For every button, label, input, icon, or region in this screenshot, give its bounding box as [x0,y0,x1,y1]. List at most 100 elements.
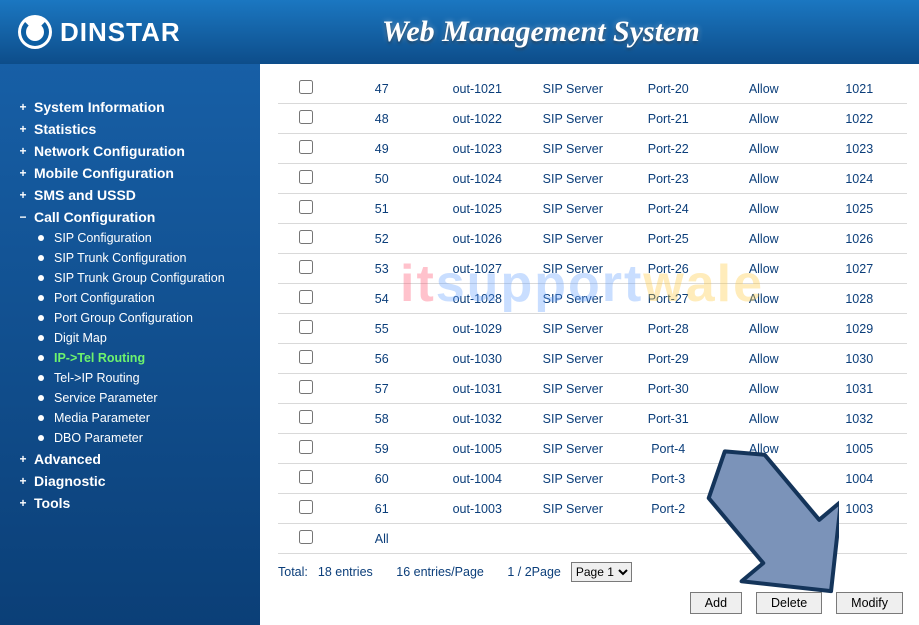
cell-source[interactable]: SIP Server [525,134,621,164]
cell-index-link[interactable]: 61 [375,502,389,516]
sidebar-item[interactable]: −Call Configuration [18,206,250,228]
row-checkbox[interactable] [299,350,313,364]
cell-index-link[interactable]: 58 [375,412,389,426]
cell-destination-link[interactable]: Port-3 [651,472,685,486]
cell-operation[interactable]: Allow [716,434,812,464]
cell-index[interactable]: 52 [334,224,430,254]
cell-source-link[interactable]: SIP Server [543,472,603,486]
cell-index[interactable]: 54 [334,284,430,314]
cell-index-link[interactable]: 56 [375,352,389,366]
cell-description-link[interactable]: out-1004 [453,472,502,486]
row-checkbox[interactable] [299,470,313,484]
cell-index-link[interactable]: 54 [375,292,389,306]
cell-index[interactable]: 59 [334,434,430,464]
cell-destination[interactable]: Port-31 [621,404,717,434]
page-select[interactable]: Page 1 [571,562,632,582]
cell-description-link[interactable]: out-1023 [453,142,502,156]
cell-destination-link[interactable]: Port-25 [648,232,689,246]
sidebar-item[interactable]: +System Information [18,96,250,118]
cell-source-link[interactable]: SIP Server [543,82,603,96]
cell-destination[interactable]: Port-25 [621,224,717,254]
cell-source[interactable]: SIP Server [525,374,621,404]
cell-index[interactable]: 49 [334,134,430,164]
cell-operation-link[interactable]: Allow [749,202,779,216]
cell-index[interactable]: 60 [334,464,430,494]
cell-operation-link[interactable]: Allow [749,442,779,456]
cell-description-link[interactable]: out-1030 [453,352,502,366]
cell-description[interactable]: out-1032 [430,404,526,434]
cell-operation[interactable]: Allow [716,164,812,194]
cell-operation[interactable]: Allow [716,314,812,344]
cell-operation-link[interactable]: Allow [749,412,779,426]
cell-description-link[interactable]: out-1025 [453,202,502,216]
cell-source-link[interactable]: SIP Server [543,112,603,126]
cell-description-link[interactable]: out-1031 [453,382,502,396]
cell-destination[interactable]: Port-22 [621,134,717,164]
cell-description-link[interactable]: out-1021 [453,82,502,96]
delete-button[interactable]: Delete [756,592,822,614]
sidebar-item[interactable]: +Mobile Configuration [18,162,250,184]
cell-destination-link[interactable]: Port-26 [648,262,689,276]
cell-prefix[interactable]: 1030 [812,344,908,374]
cell-index[interactable]: 47 [334,74,430,104]
cell-description[interactable]: out-1031 [430,374,526,404]
cell-prefix-link[interactable]: 1024 [845,172,873,186]
cell-index-link[interactable]: 49 [375,142,389,156]
cell-source-link[interactable]: SIP Server [543,322,603,336]
cell-description[interactable]: out-1003 [430,494,526,524]
cell-index[interactable]: 56 [334,344,430,374]
cell-prefix[interactable]: 1027 [812,254,908,284]
cell-prefix[interactable]: 1028 [812,284,908,314]
cell-prefix[interactable]: 1021 [812,74,908,104]
cell-source-link[interactable]: SIP Server [543,262,603,276]
cell-prefix[interactable]: 1023 [812,134,908,164]
cell-description[interactable]: out-1030 [430,344,526,374]
cell-operation[interactable]: Allow [716,284,812,314]
cell-index-link[interactable]: 47 [375,82,389,96]
cell-source-link[interactable]: SIP Server [543,502,603,516]
cell-index[interactable]: 58 [334,404,430,434]
cell-destination[interactable]: Port-26 [621,254,717,284]
row-checkbox[interactable] [299,320,313,334]
cell-operation[interactable]: Allow [716,74,812,104]
cell-description[interactable]: out-1023 [430,134,526,164]
cell-operation[interactable]: Allow [716,194,812,224]
cell-operation-link[interactable]: Allow [749,82,779,96]
cell-operation[interactable]: Allow [716,464,812,494]
cell-operation-link[interactable]: Allow [749,112,779,126]
cell-prefix-link[interactable]: 1003 [845,502,873,516]
sidebar-item[interactable]: +Tools [18,492,250,514]
cell-source[interactable]: SIP Server [525,434,621,464]
row-checkbox[interactable] [299,140,313,154]
cell-prefix[interactable]: 1003 [812,494,908,524]
cell-operation-link[interactable]: Allow [749,322,779,336]
cell-destination[interactable]: Port-2 [621,494,717,524]
cell-description-link[interactable]: out-1029 [453,322,502,336]
cell-source-link[interactable]: SIP Server [543,172,603,186]
cell-operation[interactable]: Allow [716,494,812,524]
cell-description[interactable]: out-1004 [430,464,526,494]
cell-destination-link[interactable]: Port-21 [648,112,689,126]
cell-prefix-link[interactable]: 1021 [845,82,873,96]
cell-description-link[interactable]: out-1022 [453,112,502,126]
modify-button[interactable]: Modify [836,592,903,614]
row-checkbox[interactable] [299,440,313,454]
cell-destination-link[interactable]: Port-30 [648,382,689,396]
cell-index-link[interactable]: 53 [375,262,389,276]
cell-prefix-link[interactable]: 1022 [845,112,873,126]
cell-source-link[interactable]: SIP Server [543,292,603,306]
cell-index-link[interactable]: 51 [375,202,389,216]
cell-description[interactable]: out-1022 [430,104,526,134]
sidebar-subitem[interactable]: IP->Tel Routing [38,348,250,368]
cell-prefix[interactable]: 1026 [812,224,908,254]
row-checkbox[interactable] [299,170,313,184]
cell-operation[interactable]: Allow [716,404,812,434]
cell-source[interactable]: SIP Server [525,194,621,224]
cell-prefix-link[interactable]: 1004 [845,472,873,486]
cell-source-link[interactable]: SIP Server [543,442,603,456]
row-checkbox[interactable] [299,500,313,514]
sidebar-item[interactable]: +Diagnostic [18,470,250,492]
row-checkbox[interactable] [299,410,313,424]
cell-destination-link[interactable]: Port-4 [651,442,685,456]
sidebar-subitem[interactable]: Port Group Configuration [38,308,250,328]
